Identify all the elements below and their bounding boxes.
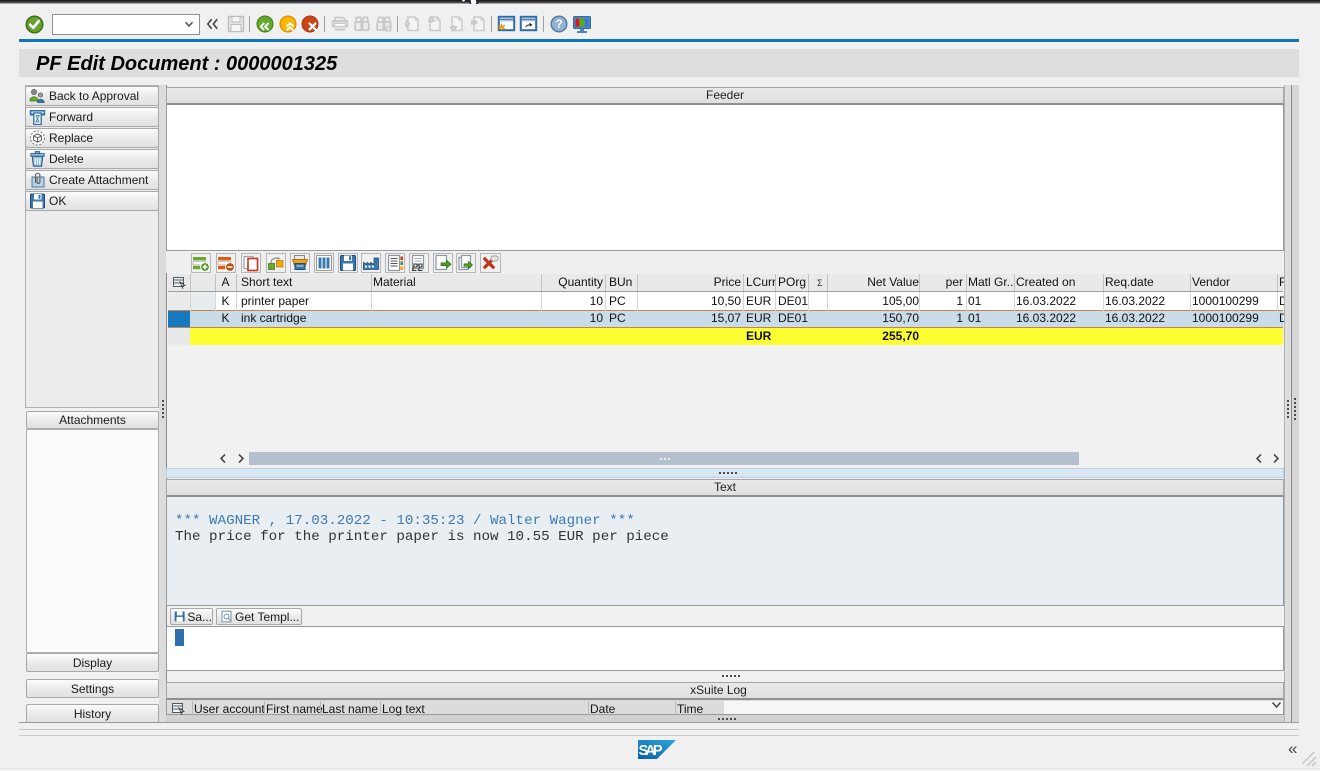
svg-text:?: ? [555, 19, 562, 31]
svg-text:SAP: SAP [639, 743, 663, 759]
